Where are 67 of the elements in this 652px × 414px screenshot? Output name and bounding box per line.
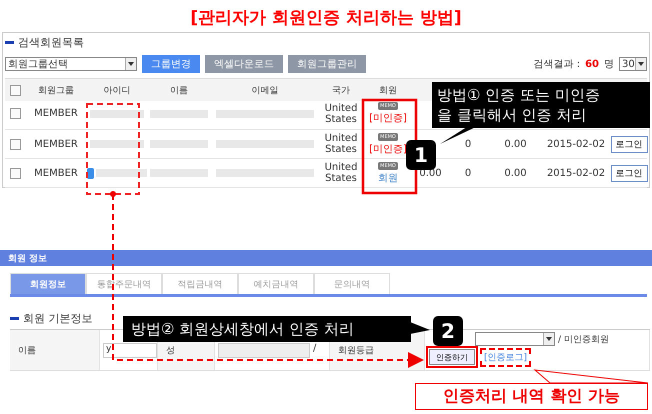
note-box: 인증처리 내역 확인 가능 xyxy=(415,383,648,410)
verify-button[interactable]: 인증하기 xyxy=(429,349,475,365)
column-header: 회원그룹 xyxy=(38,84,74,96)
grade-status: / 미인증회원 xyxy=(558,334,609,346)
status-link[interactable]: [미인증] xyxy=(369,111,407,126)
section-heading: 검색회원목록 xyxy=(18,34,84,50)
dropdown-icon xyxy=(543,333,554,345)
checkbox[interactable] xyxy=(10,138,20,150)
section-heading: 회원 정보 xyxy=(8,252,48,264)
toolbar-button[interactable]: 그룹변경 xyxy=(142,55,200,73)
dropdown-icon xyxy=(125,58,136,70)
toolbar-button[interactable]: 엑셀다운로드 xyxy=(205,55,283,73)
checkbox[interactable] xyxy=(10,108,20,120)
status-link[interactable]: 회원 xyxy=(378,170,398,184)
field-label: 회원등급 xyxy=(338,345,374,357)
column-header: 아이디 xyxy=(104,84,130,96)
result-count: 60 xyxy=(585,58,599,70)
step-badge: 1 xyxy=(406,140,436,170)
tab[interactable]: 예치금내역 xyxy=(238,273,314,294)
column-header: 국가 xyxy=(332,84,350,96)
tab[interactable]: 통합주문내역 xyxy=(86,273,162,294)
column-header: 이름 xyxy=(170,84,188,96)
tab[interactable]: 회원정보 xyxy=(10,273,86,294)
table-cell-text: United States xyxy=(324,133,358,155)
table-cell: 2015-02-02 xyxy=(546,138,606,150)
status-link[interactable]: [미인증] xyxy=(369,142,407,156)
table-cell: 0 xyxy=(464,168,472,178)
section-marker xyxy=(5,40,14,44)
checkbox[interactable] xyxy=(10,84,20,96)
page-size-select[interactable]: 30 xyxy=(619,57,647,71)
result-unit: 명 xyxy=(604,58,614,71)
input-field[interactable] xyxy=(218,343,310,358)
table-cell: MEMBER xyxy=(34,108,78,120)
field-label: 성 xyxy=(166,345,175,357)
tab[interactable]: 적립금내역 xyxy=(162,273,238,294)
table-cell: MEMBER xyxy=(34,168,78,178)
redacted-block xyxy=(96,169,147,177)
page-title: [관리자가 회원인증 처리하는 방법] xyxy=(189,7,463,28)
table-cell: MEMBER xyxy=(34,138,78,150)
table-cell: 2015-02-02 xyxy=(546,168,606,178)
login-button[interactable]: 로그인 xyxy=(610,136,648,152)
callout-box: 방법② 회원상세창에서 인증 처리 xyxy=(123,316,411,342)
input-field[interactable]: y xyxy=(103,343,157,358)
table-cell: 0 xyxy=(464,138,472,150)
section-heading: 회원 기본정보 xyxy=(23,310,92,326)
result-label: 검색결과 : xyxy=(534,58,580,71)
dropdown-icon xyxy=(635,58,646,70)
separator-text: / xyxy=(313,343,316,354)
section-marker xyxy=(10,316,19,320)
table-cell: 0.00 xyxy=(504,138,527,150)
table-cell-text: United States xyxy=(324,162,358,184)
login-button[interactable]: 로그인 xyxy=(610,164,648,182)
group-select[interactable]: 회원그룹선택 xyxy=(5,57,137,71)
callout-pointer xyxy=(410,322,430,334)
column-header: 이메일 xyxy=(252,84,278,96)
step-badge: 2 xyxy=(433,316,463,346)
toolbar-button[interactable]: 회원그룹관리 xyxy=(288,55,366,73)
field-label: 이름 xyxy=(18,345,36,357)
verify-log-link[interactable]: [인증로그] xyxy=(484,352,528,362)
tab[interactable]: 문의내역 xyxy=(314,273,390,294)
redacted-block xyxy=(90,140,144,148)
table-cell-text: United States xyxy=(324,102,358,125)
column-header: 회원 xyxy=(379,84,397,96)
redacted-block xyxy=(90,110,144,118)
checkbox[interactable] xyxy=(10,168,20,178)
grade-select[interactable] xyxy=(475,332,555,346)
table-cell: 0.00 xyxy=(504,168,527,178)
